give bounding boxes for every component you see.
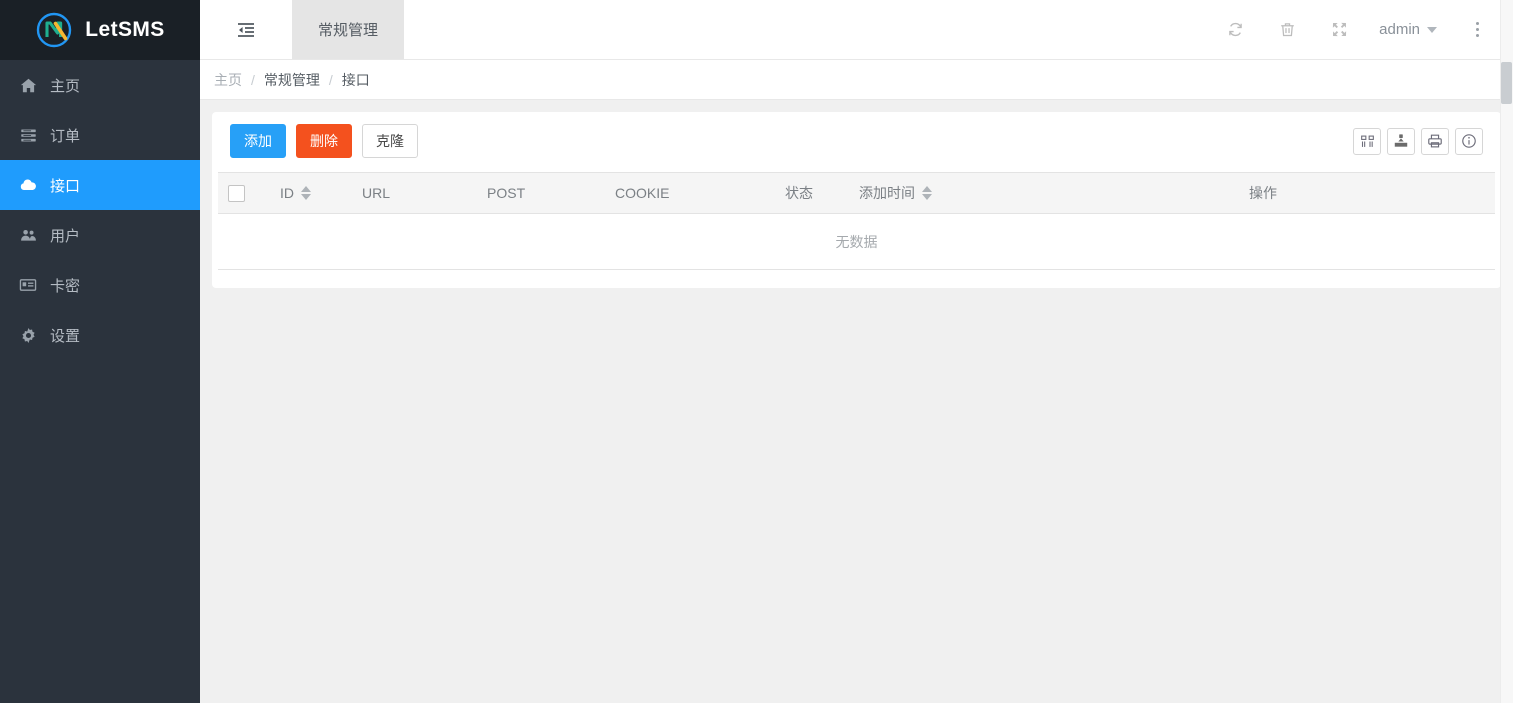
letsms-logo-icon xyxy=(35,11,73,49)
dots-glyph xyxy=(1475,22,1479,37)
column-label: 添加时间 xyxy=(859,185,915,202)
sidebar-item-home[interactable]: 主页 xyxy=(0,60,200,110)
column-label: 状态 xyxy=(785,185,813,202)
column-header-url: URL xyxy=(352,172,477,215)
sort-icon[interactable] xyxy=(301,186,311,201)
print-icon[interactable] xyxy=(1421,127,1449,155)
table-empty-row: 无数据 xyxy=(218,213,1495,271)
sidebar-collapse-icon[interactable] xyxy=(200,0,292,59)
columns-icon[interactable] xyxy=(1353,127,1381,155)
breadcrumb: 主页 / 常规管理 / 接口 xyxy=(200,60,1513,100)
sidebar-item-label: 设置 xyxy=(50,327,81,345)
column-header-status: 状态 xyxy=(775,172,849,215)
sidebar-item-label: 订单 xyxy=(50,127,81,145)
users-icon xyxy=(18,225,38,245)
page-scrollbar[interactable] xyxy=(1500,0,1513,703)
breadcrumb-item-general-management[interactable]: 常规管理 xyxy=(264,70,320,90)
chevron-down-icon xyxy=(1427,26,1437,33)
column-label: URL xyxy=(362,185,391,202)
scrollbar-thumb[interactable] xyxy=(1501,62,1512,104)
topbar-tabs: 常规管理 xyxy=(292,0,405,59)
brand-logo[interactable]: LetSMS xyxy=(0,0,200,60)
user-name: admin xyxy=(1379,21,1420,38)
sidebar-item-label: 接口 xyxy=(50,177,81,195)
select-all-checkbox[interactable] xyxy=(228,185,245,203)
topbar: 常规管理 admin xyxy=(200,0,1513,60)
breadcrumb-separator: / xyxy=(251,71,255,88)
column-label: ID xyxy=(280,185,294,202)
home-icon xyxy=(18,75,38,95)
add-button[interactable]: 添加 xyxy=(230,124,286,159)
trash-icon[interactable] xyxy=(1261,0,1313,60)
sidebar-nav: 主页 订单 接口 用户 卡密 设置 xyxy=(0,60,200,360)
sidebar: LetSMS 主页 订单 接口 用户 卡密 设置 xyxy=(0,0,200,703)
refresh-icon[interactable] xyxy=(1209,0,1261,60)
table-head: ID URL POST COOKIE 状态 添加时间 操作 xyxy=(218,172,1495,215)
list-order-icon xyxy=(18,125,38,145)
id-card-icon xyxy=(18,275,38,295)
table-header-row: ID URL POST COOKIE 状态 添加时间 操作 xyxy=(218,172,1495,215)
table-body: 无数据 xyxy=(218,213,1495,271)
sidebar-item-interface[interactable]: 接口 xyxy=(0,160,200,210)
column-header-post: POST xyxy=(477,172,605,215)
sidebar-item-label: 用户 xyxy=(50,227,81,245)
app-root: LetSMS 主页 订单 接口 用户 卡密 设置 常规管理 admin 主页 /… xyxy=(0,0,1513,703)
clone-button[interactable]: 克隆 xyxy=(362,124,418,159)
toolbar-icon-group xyxy=(1353,127,1483,155)
topbar-actions: admin xyxy=(1209,0,1513,59)
tab-general-management[interactable]: 常规管理 xyxy=(292,0,405,59)
content-area: 添加 删除 克隆 ID URL POST COOKIE 状态 添加时间 操作 无… xyxy=(200,100,1513,703)
column-label: POST xyxy=(487,185,526,202)
sort-icon[interactable] xyxy=(922,186,932,201)
vertical-dots-icon[interactable] xyxy=(1451,0,1503,60)
fullscreen-icon[interactable] xyxy=(1313,0,1365,60)
column-label: 操作 xyxy=(1249,185,1277,202)
cloud-icon xyxy=(18,175,38,195)
column-header-created-time[interactable]: 添加时间 xyxy=(849,172,1239,215)
breadcrumb-item-home[interactable]: 主页 xyxy=(214,70,242,90)
empty-state-text: 无数据 xyxy=(218,213,1495,271)
delete-button[interactable]: 删除 xyxy=(296,124,352,159)
export-icon[interactable] xyxy=(1387,127,1415,155)
user-menu[interactable]: admin xyxy=(1365,0,1451,60)
main-area: 常规管理 admin 主页 / 常规管理 / 接口 添加 删除 克隆 ID UR… xyxy=(200,0,1513,703)
sidebar-item-label: 主页 xyxy=(50,77,81,95)
table-card: 添加 删除 克隆 ID URL POST COOKIE 状态 添加时间 操作 无… xyxy=(212,112,1501,289)
sidebar-item-users[interactable]: 用户 xyxy=(0,210,200,260)
gear-icon xyxy=(18,325,38,345)
column-header-cookie: COOKIE xyxy=(605,172,775,215)
table-toolbar: 添加 删除 克隆 xyxy=(218,124,1495,172)
sidebar-item-settings[interactable]: 设置 xyxy=(0,310,200,360)
sidebar-item-orders[interactable]: 订单 xyxy=(0,110,200,160)
column-header-select xyxy=(218,172,270,215)
info-icon[interactable] xyxy=(1455,127,1483,155)
tab-label: 常规管理 xyxy=(318,22,379,39)
breadcrumb-separator: / xyxy=(328,71,333,88)
interface-table: ID URL POST COOKIE 状态 添加时间 操作 无数据 xyxy=(218,172,1495,271)
sidebar-item-label: 卡密 xyxy=(50,277,81,295)
column-label: COOKIE xyxy=(615,185,670,202)
breadcrumb-item-interface: 接口 xyxy=(341,71,370,88)
column-header-id[interactable]: ID xyxy=(270,172,352,215)
sidebar-item-card-password[interactable]: 卡密 xyxy=(0,260,200,310)
column-header-operations: 操作 xyxy=(1239,172,1495,215)
brand-name: LetSMS xyxy=(85,18,165,41)
